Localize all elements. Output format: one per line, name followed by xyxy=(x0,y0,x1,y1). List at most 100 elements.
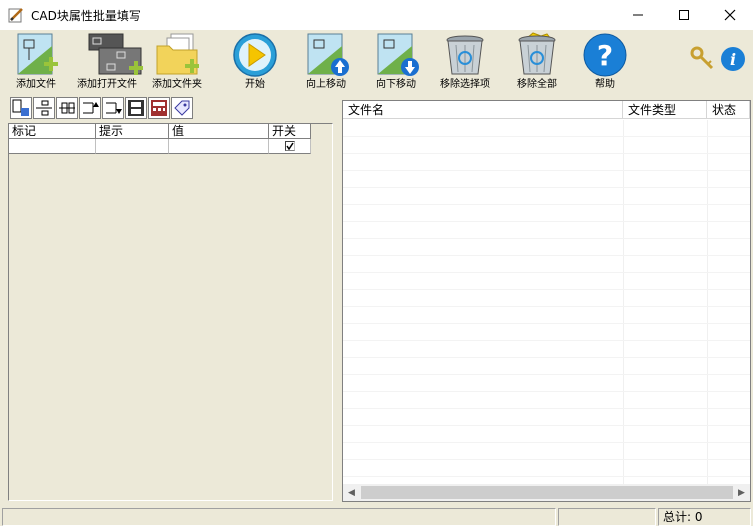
pencil-doc-icon xyxy=(8,7,24,23)
empty-row xyxy=(343,307,750,324)
scroll-left-icon[interactable]: ◀ xyxy=(343,484,360,501)
empty-row xyxy=(343,120,750,137)
cell-switch xyxy=(269,139,311,154)
toolbar-label: 开始 xyxy=(245,79,265,90)
maximize-icon xyxy=(679,10,689,20)
empty-row xyxy=(343,239,750,256)
empty-row xyxy=(343,426,750,443)
svg-text:i: i xyxy=(730,50,736,69)
link-row-button[interactable] xyxy=(56,97,78,119)
attribute-table-header: 标记 提示 值 开关 xyxy=(9,124,332,139)
close-button[interactable] xyxy=(707,0,753,30)
move-row-down-icon xyxy=(106,102,122,114)
status-cell-main xyxy=(2,508,556,526)
column-header-filetype[interactable]: 文件类型 xyxy=(623,101,707,118)
title-bar: CAD块属性批量填写 xyxy=(0,0,753,30)
insert-row-icon xyxy=(36,100,52,116)
cell-value[interactable] xyxy=(169,139,269,154)
empty-row xyxy=(343,358,750,375)
play-icon xyxy=(231,32,279,78)
close-icon xyxy=(724,9,736,21)
remove-selected-button[interactable]: 移除选择项 xyxy=(436,30,494,92)
toolbar-label: 移除选择项 xyxy=(440,79,490,90)
help-button[interactable]: ? 帮助 xyxy=(580,30,630,92)
svg-text:?: ? xyxy=(597,39,613,72)
add-open-file-button[interactable]: 添加打开文件 xyxy=(72,30,143,92)
calculator-button[interactable] xyxy=(148,97,170,119)
empty-row xyxy=(343,443,750,460)
toolbar-label: 向下移动 xyxy=(376,79,416,90)
add-folder-button[interactable]: 添加文件夹 xyxy=(148,30,206,92)
check-icon xyxy=(285,142,294,151)
empty-row xyxy=(343,290,750,307)
add-folder-icon xyxy=(153,32,201,78)
status-cell-middle xyxy=(558,508,656,526)
film-strip-icon xyxy=(128,100,144,116)
add-file-icon xyxy=(12,32,60,78)
column-header-filename[interactable]: 文件名 xyxy=(343,101,623,118)
move-down-button[interactable]: 向下移动 xyxy=(370,30,422,92)
table-row[interactable] xyxy=(9,139,332,154)
main-toolbar: 添加文件 添加打开文件 添加文件夹 开始 向上移动 向下移动 移除选择项 移除全… xyxy=(0,30,753,92)
toolbar-label: 添加打开文件 xyxy=(77,79,137,90)
calculator-icon xyxy=(151,100,167,116)
move-up-button[interactable]: 向上移动 xyxy=(300,30,352,92)
file-list: 文件名 文件类型 状态 ◀ ▶ xyxy=(342,100,751,502)
empty-row xyxy=(343,188,750,205)
insert-row-button[interactable] xyxy=(33,97,55,119)
select-block-button[interactable] xyxy=(10,97,32,119)
start-button[interactable]: 开始 xyxy=(230,30,280,92)
empty-row xyxy=(343,273,750,290)
empty-row xyxy=(343,222,750,239)
tag-icon xyxy=(174,100,190,116)
column-header-status[interactable]: 状态 xyxy=(707,101,750,118)
select-block-icon xyxy=(12,99,29,116)
column-header-prompt[interactable]: 提示 xyxy=(96,124,169,139)
empty-row xyxy=(343,409,750,426)
empty-row xyxy=(343,171,750,188)
move-row-up-icon xyxy=(83,102,99,114)
horizontal-scrollbar[interactable]: ◀ ▶ xyxy=(343,484,750,501)
film-strip-button[interactable] xyxy=(125,97,147,119)
attribute-pane: 标记 提示 值 开关 xyxy=(4,95,336,502)
minimize-icon xyxy=(633,14,643,16)
move-row-up-button[interactable] xyxy=(79,97,101,119)
info-icon[interactable]: i xyxy=(720,46,746,72)
empty-row xyxy=(343,460,750,477)
empty-row xyxy=(343,154,750,171)
toolbar-label: 添加文件 xyxy=(16,79,56,90)
recycle-bin-icon xyxy=(441,32,489,78)
toolbar-label: 向上移动 xyxy=(306,79,346,90)
toolbar-label: 移除全部 xyxy=(517,79,557,90)
maximize-button[interactable] xyxy=(661,0,707,30)
scroll-right-icon[interactable]: ▶ xyxy=(733,484,750,501)
move-row-down-button[interactable] xyxy=(102,97,124,119)
minimize-button[interactable] xyxy=(615,0,661,30)
empty-row xyxy=(343,341,750,358)
empty-row xyxy=(343,205,750,222)
help-icon: ? xyxy=(581,32,629,78)
recycle-bin-full-icon xyxy=(513,32,561,78)
column-header-value[interactable]: 值 xyxy=(169,124,269,139)
remove-all-button[interactable]: 移除全部 xyxy=(508,30,566,92)
cell-prompt[interactable] xyxy=(96,139,169,154)
scrollbar-thumb[interactable] xyxy=(361,486,733,499)
add-open-file-icon xyxy=(83,32,143,78)
tag-button[interactable] xyxy=(171,97,193,119)
toolbar-label: 帮助 xyxy=(595,79,615,90)
column-header-switch[interactable]: 开关 xyxy=(269,124,311,139)
empty-row xyxy=(343,137,750,154)
keys-icon[interactable] xyxy=(690,46,716,72)
switch-checkbox[interactable] xyxy=(284,141,295,151)
file-list-body[interactable] xyxy=(343,120,750,484)
empty-row xyxy=(343,375,750,392)
add-file-button[interactable]: 添加文件 xyxy=(8,30,64,92)
status-total: 总计: 0 xyxy=(658,508,751,526)
empty-row xyxy=(343,256,750,273)
move-up-icon xyxy=(302,32,350,78)
link-row-icon xyxy=(59,102,75,114)
status-bar: 总计: 0 xyxy=(0,506,753,526)
move-down-icon xyxy=(372,32,420,78)
column-header-tag[interactable]: 标记 xyxy=(9,124,96,139)
cell-tag[interactable] xyxy=(9,139,96,154)
